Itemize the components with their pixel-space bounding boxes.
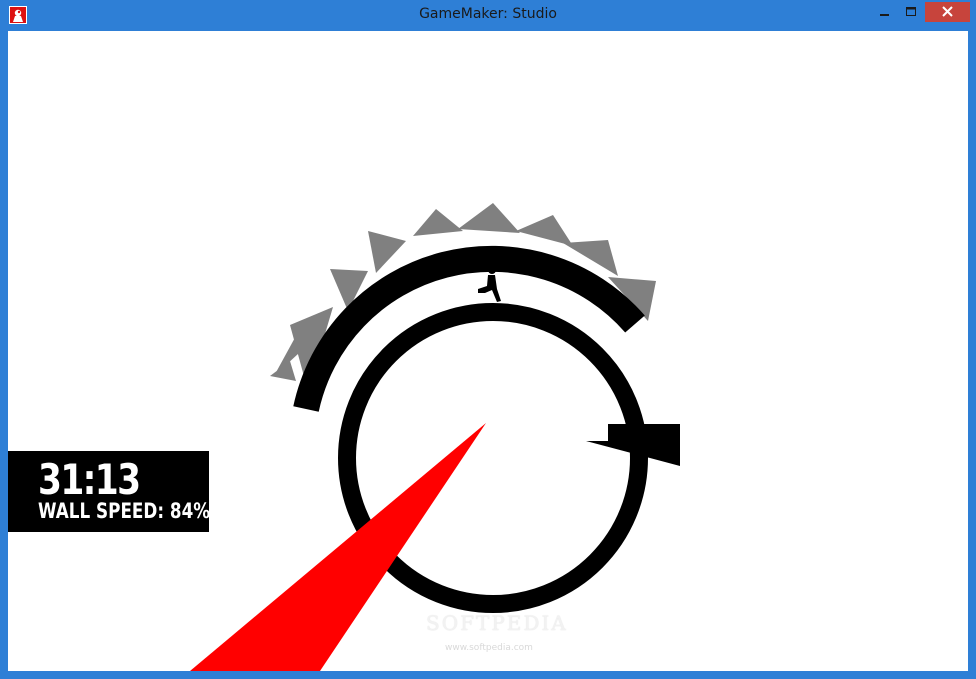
maximize-button[interactable] xyxy=(900,2,922,22)
game-canvas[interactable]: 31:13 WALL SPEED: 84% SOFTPEDIA www.soft… xyxy=(8,31,968,671)
game-scene xyxy=(190,203,680,671)
close-button[interactable] xyxy=(925,2,970,22)
title-bar[interactable]: GameMaker: Studio xyxy=(0,0,976,30)
hud-panel: 31:13 WALL SPEED: 84% xyxy=(8,451,210,532)
maximize-icon xyxy=(906,7,916,16)
minimize-button[interactable] xyxy=(872,2,898,22)
window-title: GameMaker: Studio xyxy=(419,6,557,22)
close-icon xyxy=(942,6,953,17)
wall-speed-value: 84% xyxy=(169,499,211,523)
wall-speed-label: WALL SPEED: xyxy=(38,499,165,523)
minimize-icon xyxy=(880,14,889,16)
wall-speed-row: WALL SPEED: 84% xyxy=(38,499,210,523)
watermark-url: www.softpedia.com xyxy=(445,643,533,653)
inner-ring xyxy=(338,303,680,613)
game-window: GameMaker: Studio 31:13 WALL SPEED: 84% … xyxy=(0,0,976,679)
watermark-brand: SOFTPEDIA xyxy=(426,611,568,635)
timer: 31:13 xyxy=(38,455,141,504)
